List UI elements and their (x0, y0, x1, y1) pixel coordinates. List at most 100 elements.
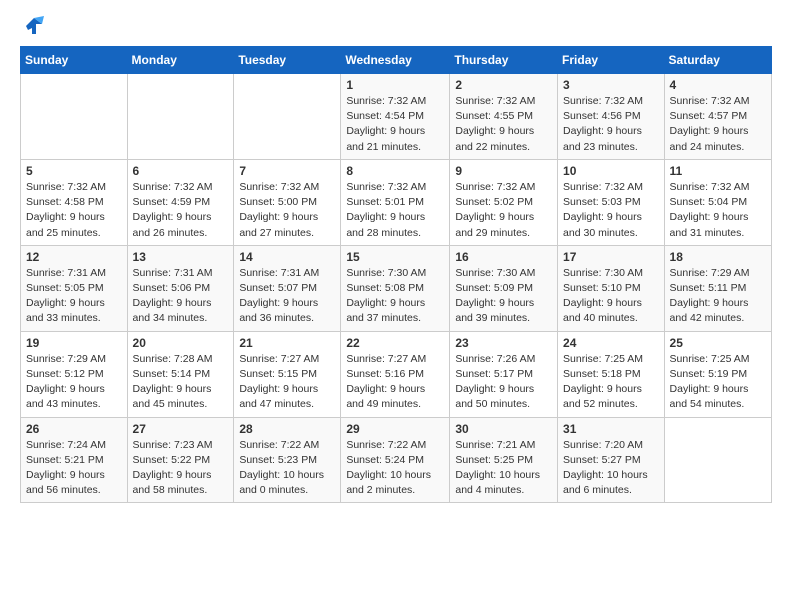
day-number: 9 (455, 164, 552, 178)
calendar-cell (234, 74, 341, 160)
cell-daylight-info: Sunrise: 7:27 AM Sunset: 5:16 PM Dayligh… (346, 352, 444, 413)
cell-daylight-info: Sunrise: 7:32 AM Sunset: 4:56 PM Dayligh… (563, 94, 659, 155)
day-number: 6 (133, 164, 229, 178)
cell-daylight-info: Sunrise: 7:32 AM Sunset: 5:03 PM Dayligh… (563, 180, 659, 241)
calendar-cell: 5Sunrise: 7:32 AM Sunset: 4:58 PM Daylig… (21, 159, 128, 245)
calendar-cell: 11 Sunrise: 7:32 AM Sunset: 5:04 PM Dayli… (664, 159, 771, 245)
cell-daylight-info: Sunrise: 7:27 AM Sunset: 5:15 PM Dayligh… (239, 352, 335, 413)
cell-daylight-info: Sunrise: 7:30 AM Sunset: 5:08 PM Dayligh… (346, 266, 444, 327)
day-number: 21 (239, 336, 335, 350)
calendar-cell: 26 Sunrise: 7:24 AM Sunset: 5:21 PM Dayli… (21, 417, 128, 503)
calendar-cell: 23 Sunrise: 7:26 AM Sunset: 5:17 PM Dayli… (450, 331, 558, 417)
cell-daylight-info: Sunrise: 7:29 AM Sunset: 5:12 PM Dayligh… (26, 352, 122, 413)
calendar-week-row: 26 Sunrise: 7:24 AM Sunset: 5:21 PM Dayli… (21, 417, 772, 503)
day-number: 11 (670, 164, 766, 178)
calendar-cell: 22 Sunrise: 7:27 AM Sunset: 5:16 PM Dayli… (341, 331, 450, 417)
day-of-week-header: Sunday (21, 47, 128, 74)
calendar-cell: 25 Sunrise: 7:25 AM Sunset: 5:19 PM Dayli… (664, 331, 771, 417)
cell-daylight-info: Sunrise: 7:24 AM Sunset: 5:21 PM Dayligh… (26, 438, 122, 499)
day-number: 17 (563, 250, 659, 264)
cell-daylight-info: Sunrise: 7:32 AM Sunset: 4:54 PM Dayligh… (346, 94, 444, 155)
cell-daylight-info: Sunrise: 7:29 AM Sunset: 5:11 PM Dayligh… (670, 266, 766, 327)
day-number: 31 (563, 422, 659, 436)
day-of-week-header: Thursday (450, 47, 558, 74)
calendar-cell: 3 Sunrise: 7:32 AM Sunset: 4:56 PM Daylig… (558, 74, 665, 160)
day-number: 7 (239, 164, 335, 178)
calendar-cell: 31 Sunrise: 7:20 AM Sunset: 5:27 PM Dayli… (558, 417, 665, 503)
day-of-week-header: Monday (127, 47, 234, 74)
cell-daylight-info: Sunrise: 7:30 AM Sunset: 5:10 PM Dayligh… (563, 266, 659, 327)
day-of-week-header: Tuesday (234, 47, 341, 74)
calendar-cell: 19 Sunrise: 7:29 AM Sunset: 5:12 PM Dayli… (21, 331, 128, 417)
calendar-cell: 2 Sunrise: 7:32 AM Sunset: 4:55 PM Daylig… (450, 74, 558, 160)
calendar-cell: 29 Sunrise: 7:22 AM Sunset: 5:24 PM Dayli… (341, 417, 450, 503)
calendar-cell: 30 Sunrise: 7:21 AM Sunset: 5:25 PM Dayli… (450, 417, 558, 503)
calendar-cell: 14 Sunrise: 7:31 AM Sunset: 5:07 PM Dayli… (234, 245, 341, 331)
day-number: 26 (26, 422, 122, 436)
day-number: 18 (670, 250, 766, 264)
calendar-cell: 16Sunrise: 7:30 AM Sunset: 5:09 PM Dayli… (450, 245, 558, 331)
calendar-cell: 24 Sunrise: 7:25 AM Sunset: 5:18 PM Dayli… (558, 331, 665, 417)
day-of-week-header: Friday (558, 47, 665, 74)
calendar-cell (664, 417, 771, 503)
calendar-cell: 10 Sunrise: 7:32 AM Sunset: 5:03 PM Dayli… (558, 159, 665, 245)
calendar-cell: 6Sunrise: 7:32 AM Sunset: 4:59 PM Daylig… (127, 159, 234, 245)
calendar-page: SundayMondayTuesdayWednesdayThursdayFrid… (0, 0, 792, 519)
cell-daylight-info: Sunrise: 7:26 AM Sunset: 5:17 PM Dayligh… (455, 352, 552, 413)
calendar-table: SundayMondayTuesdayWednesdayThursdayFrid… (20, 46, 772, 503)
day-number: 23 (455, 336, 552, 350)
calendar-cell: 4 Sunrise: 7:32 AM Sunset: 4:57 PM Daylig… (664, 74, 771, 160)
calendar-cell: 12 Sunrise: 7:31 AM Sunset: 5:05 PM Dayli… (21, 245, 128, 331)
cell-daylight-info: Sunrise: 7:32 AM Sunset: 4:55 PM Dayligh… (455, 94, 552, 155)
cell-daylight-info: Sunrise: 7:21 AM Sunset: 5:25 PM Dayligh… (455, 438, 552, 499)
calendar-cell: 15 Sunrise: 7:30 AM Sunset: 5:08 PM Dayli… (341, 245, 450, 331)
calendar-cell: 21 Sunrise: 7:27 AM Sunset: 5:15 PM Dayli… (234, 331, 341, 417)
calendar-cell: 17 Sunrise: 7:30 AM Sunset: 5:10 PM Dayli… (558, 245, 665, 331)
day-number: 3 (563, 78, 659, 92)
cell-daylight-info: Sunrise: 7:22 AM Sunset: 5:24 PM Dayligh… (346, 438, 444, 499)
day-number: 5 (26, 164, 122, 178)
cell-daylight-info: Sunrise: 7:32 AM Sunset: 5:02 PM Dayligh… (455, 180, 552, 241)
calendar-cell: 1Sunrise: 7:32 AM Sunset: 4:54 PM Daylig… (341, 74, 450, 160)
cell-daylight-info: Sunrise: 7:23 AM Sunset: 5:22 PM Dayligh… (133, 438, 229, 499)
logo-bird-icon (22, 16, 44, 36)
cell-daylight-info: Sunrise: 7:32 AM Sunset: 4:57 PM Dayligh… (670, 94, 766, 155)
day-number: 4 (670, 78, 766, 92)
day-number: 19 (26, 336, 122, 350)
cell-daylight-info: Sunrise: 7:31 AM Sunset: 5:06 PM Dayligh… (133, 266, 229, 327)
day-number: 10 (563, 164, 659, 178)
day-number: 22 (346, 336, 444, 350)
day-number: 28 (239, 422, 335, 436)
day-number: 14 (239, 250, 335, 264)
cell-daylight-info: Sunrise: 7:25 AM Sunset: 5:19 PM Dayligh… (670, 352, 766, 413)
day-number: 29 (346, 422, 444, 436)
calendar-cell: 18 Sunrise: 7:29 AM Sunset: 5:11 PM Dayli… (664, 245, 771, 331)
cell-daylight-info: Sunrise: 7:20 AM Sunset: 5:27 PM Dayligh… (563, 438, 659, 499)
day-number: 8 (346, 164, 444, 178)
day-number: 13 (133, 250, 229, 264)
calendar-cell: 7 Sunrise: 7:32 AM Sunset: 5:00 PM Daylig… (234, 159, 341, 245)
day-number: 27 (133, 422, 229, 436)
cell-daylight-info: Sunrise: 7:31 AM Sunset: 5:07 PM Dayligh… (239, 266, 335, 327)
day-number: 30 (455, 422, 552, 436)
calendar-week-row: 1Sunrise: 7:32 AM Sunset: 4:54 PM Daylig… (21, 74, 772, 160)
day-of-week-header: Saturday (664, 47, 771, 74)
cell-daylight-info: Sunrise: 7:32 AM Sunset: 5:00 PM Dayligh… (239, 180, 335, 241)
calendar-week-row: 19 Sunrise: 7:29 AM Sunset: 5:12 PM Dayli… (21, 331, 772, 417)
cell-daylight-info: Sunrise: 7:32 AM Sunset: 5:01 PM Dayligh… (346, 180, 444, 241)
day-number: 15 (346, 250, 444, 264)
logo (20, 16, 44, 36)
day-number: 12 (26, 250, 122, 264)
day-number: 24 (563, 336, 659, 350)
cell-daylight-info: Sunrise: 7:32 AM Sunset: 5:04 PM Dayligh… (670, 180, 766, 241)
cell-daylight-info: Sunrise: 7:28 AM Sunset: 5:14 PM Dayligh… (133, 352, 229, 413)
day-number: 25 (670, 336, 766, 350)
day-number: 2 (455, 78, 552, 92)
calendar-cell: 9 Sunrise: 7:32 AM Sunset: 5:02 PM Daylig… (450, 159, 558, 245)
calendar-cell (21, 74, 128, 160)
calendar-cell: 28Sunrise: 7:22 AM Sunset: 5:23 PM Dayli… (234, 417, 341, 503)
calendar-week-row: 5Sunrise: 7:32 AM Sunset: 4:58 PM Daylig… (21, 159, 772, 245)
cell-daylight-info: Sunrise: 7:31 AM Sunset: 5:05 PM Dayligh… (26, 266, 122, 327)
cell-daylight-info: Sunrise: 7:25 AM Sunset: 5:18 PM Dayligh… (563, 352, 659, 413)
calendar-cell: 27 Sunrise: 7:23 AM Sunset: 5:22 PM Dayli… (127, 417, 234, 503)
